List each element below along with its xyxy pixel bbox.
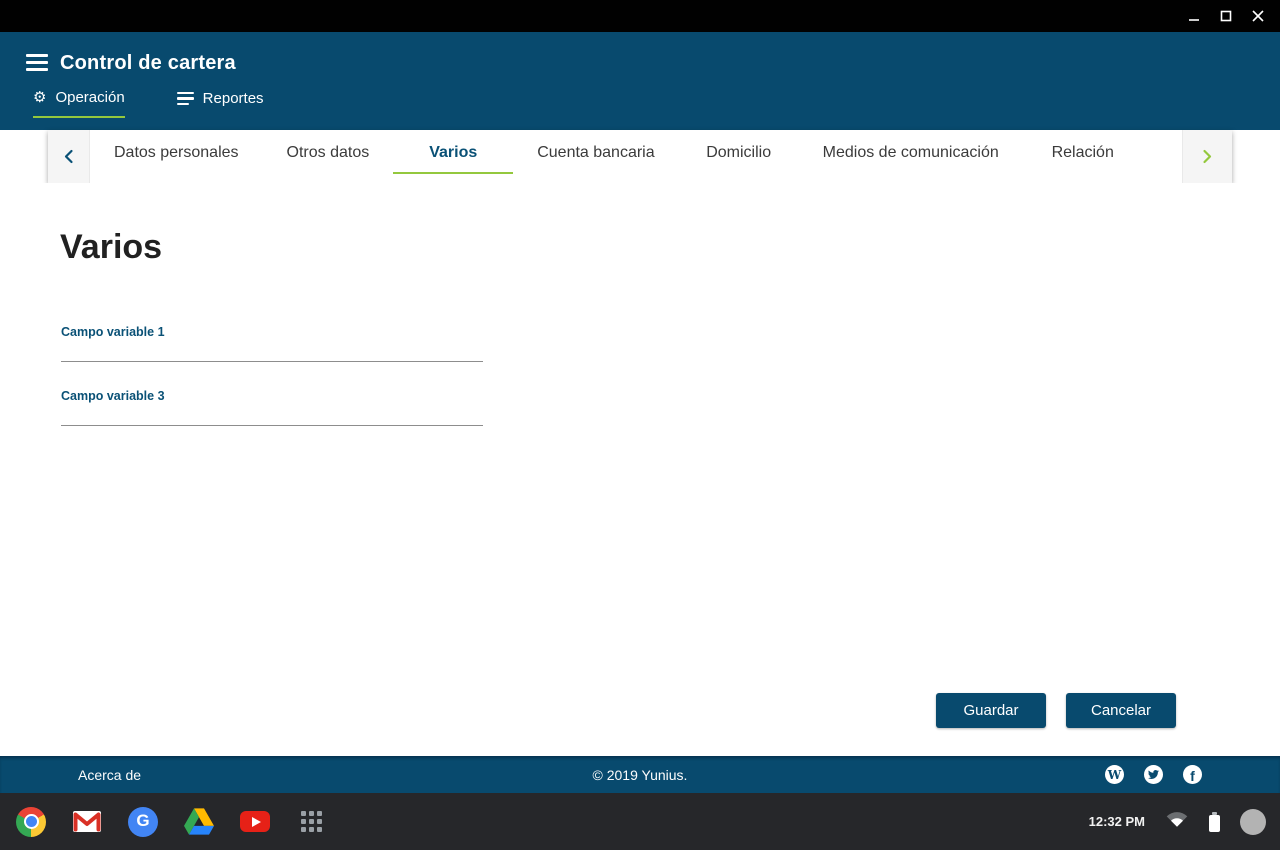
nav-item-operacion[interactable]: ⚙ Operación [33, 89, 125, 118]
chrome-icon[interactable] [16, 807, 46, 837]
field-campo-variable-1: Campo variable 1 [61, 325, 483, 363]
window-titlebar [0, 0, 1280, 32]
minimize-icon [1188, 10, 1200, 22]
list-icon [177, 92, 194, 105]
wordpress-icon[interactable]: W [1105, 765, 1124, 784]
app-launcher-icon[interactable] [296, 807, 326, 837]
hamburger-menu-icon[interactable] [26, 54, 48, 71]
guardar-button[interactable]: Guardar [936, 693, 1046, 728]
tab-domicilio[interactable]: Domicilio [679, 131, 799, 174]
tab-medios-de-comunicacion[interactable]: Medios de comunicación [799, 131, 1023, 174]
clock: 12:32 PM [1089, 814, 1145, 829]
copyright-text: © 2019 Yunius. [0, 767, 1280, 783]
battery-icon [1209, 812, 1220, 832]
chevron-right-icon [1202, 149, 1213, 164]
chevron-left-icon [63, 149, 74, 164]
nav-item-reportes[interactable]: Reportes [177, 89, 264, 118]
youtube-icon[interactable] [240, 807, 270, 837]
tabs-scroll-left-button[interactable] [48, 130, 90, 183]
campo-variable-1-input[interactable] [61, 344, 483, 362]
tab-otros-datos[interactable]: Otros datos [263, 131, 394, 174]
field-label-campo-variable-1: Campo variable 1 [61, 325, 483, 339]
gear-icon: ⚙ [33, 90, 46, 105]
page-title: Varios [60, 228, 162, 267]
tabs: Datos personales Otros datos Varios Cuen… [90, 130, 1182, 183]
minimize-button[interactable] [1178, 0, 1210, 32]
chromeos-shelf: G 12:32 PM [0, 793, 1280, 850]
tab-varios[interactable]: Varios [393, 131, 513, 174]
campo-variable-3-input[interactable] [61, 408, 483, 426]
google-drive-icon[interactable] [184, 807, 214, 837]
tab-strip: Datos personales Otros datos Varios Cuen… [48, 130, 1232, 183]
tab-cuenta-bancaria[interactable]: Cuenta bancaria [513, 131, 678, 174]
app-header: Control de cartera ⚙ Operación Reportes [0, 32, 1280, 130]
twitter-icon[interactable] [1144, 765, 1163, 784]
cancelar-button[interactable]: Cancelar [1066, 693, 1176, 728]
field-label-campo-variable-3: Campo variable 3 [61, 389, 483, 403]
avatar[interactable] [1240, 809, 1266, 835]
nav-label-operacion: Operación [55, 89, 124, 106]
facebook-icon[interactable]: f [1183, 765, 1202, 784]
maximize-icon [1220, 10, 1232, 22]
google-search-icon[interactable]: G [128, 807, 158, 837]
main-nav: ⚙ Operación Reportes [33, 89, 264, 118]
footer: Acerca de © 2019 Yunius. W f [0, 756, 1280, 793]
close-button[interactable] [1242, 0, 1274, 32]
system-tray[interactable]: 12:32 PM [1089, 793, 1266, 850]
gmail-icon[interactable] [72, 807, 102, 837]
app-title: Control de cartera [60, 52, 236, 75]
social-links: W f [1105, 765, 1202, 784]
maximize-button[interactable] [1210, 0, 1242, 32]
shelf-apps: G [16, 793, 326, 850]
tabs-scroll-right-button[interactable] [1182, 130, 1232, 183]
tab-datos-personales[interactable]: Datos personales [90, 131, 263, 174]
close-icon [1252, 10, 1264, 22]
page-content: Varios Campo variable 1 Campo variable 3… [0, 183, 1280, 756]
screen: Control de cartera ⚙ Operación Reportes … [0, 0, 1280, 850]
wifi-icon [1165, 810, 1189, 833]
nav-label-reportes: Reportes [203, 90, 264, 107]
field-campo-variable-3: Campo variable 3 [61, 389, 483, 427]
tab-relacion[interactable]: Relación [1023, 131, 1143, 174]
form-actions: Guardar Cancelar [936, 693, 1176, 728]
